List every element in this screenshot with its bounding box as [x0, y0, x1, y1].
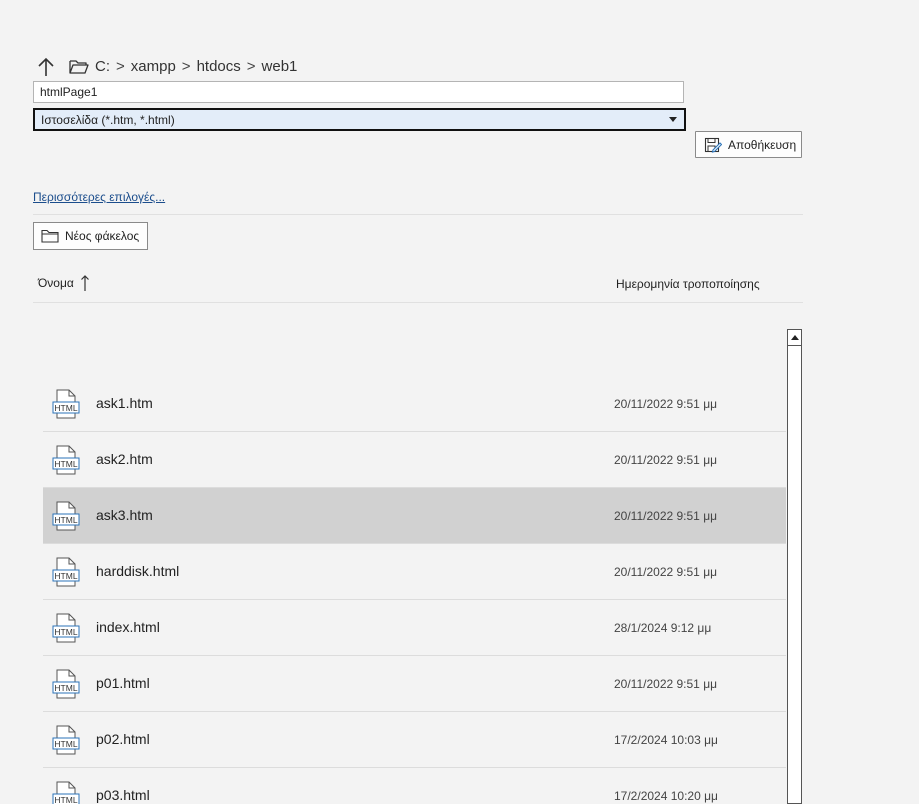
- html-file-icon: HTML: [52, 501, 80, 531]
- file-date: 20/11/2022 9:51 μμ: [614, 397, 718, 411]
- breadcrumb-separator: >: [246, 58, 256, 75]
- svg-text:HTML: HTML: [54, 459, 77, 469]
- svg-text:HTML: HTML: [54, 683, 77, 693]
- file-row[interactable]: HTML ask1.htm 20/11/2022 9:51 μμ: [43, 376, 786, 432]
- column-header-name-label: Όνομα: [38, 276, 74, 290]
- breadcrumb-item-drive[interactable]: C:: [95, 58, 110, 75]
- save-button-label: Αποθήκευση: [728, 137, 797, 152]
- svg-text:HTML: HTML: [54, 627, 77, 637]
- html-file-icon: HTML: [52, 557, 80, 587]
- more-options-link[interactable]: Περισσότερες επιλογές...: [33, 190, 165, 204]
- new-folder-label: Νέος φάκελος: [65, 229, 140, 243]
- svg-text:HTML: HTML: [54, 795, 77, 804]
- file-date: 20/11/2022 9:51 μμ: [614, 453, 718, 467]
- html-file-icon: HTML: [52, 725, 80, 755]
- breadcrumb: C: > xampp > htdocs > web1: [95, 58, 297, 75]
- svg-text:HTML: HTML: [54, 515, 77, 525]
- open-folder-icon: [69, 59, 89, 75]
- breadcrumb-separator: >: [181, 58, 191, 75]
- file-name: p03.html: [96, 787, 150, 803]
- svg-text:HTML: HTML: [54, 403, 77, 413]
- file-date: 20/11/2022 9:51 μμ: [614, 677, 718, 691]
- filename-input[interactable]: [33, 81, 684, 103]
- save-icon: [704, 137, 722, 153]
- divider: [33, 214, 803, 215]
- navigate-up-button[interactable]: [36, 56, 56, 78]
- file-name: index.html: [96, 619, 160, 635]
- file-row-selected[interactable]: HTML ask3.htm 20/11/2022 9:51 μμ: [43, 488, 786, 544]
- column-header-date[interactable]: Ημερομηνία τροποποίησης: [616, 277, 760, 291]
- file-row[interactable]: HTML p01.html 20/11/2022 9:51 μμ: [43, 656, 786, 712]
- scroll-up-button[interactable]: [788, 330, 801, 346]
- svg-text:HTML: HTML: [54, 739, 77, 749]
- file-name: ask2.htm: [96, 451, 153, 467]
- svg-text:HTML: HTML: [54, 571, 77, 581]
- file-date: 28/1/2024 9:12 μμ: [614, 621, 712, 635]
- filetype-selected-label: Ιστοσελίδα (*.htm, *.html): [41, 112, 175, 127]
- file-list: HTML ask1.htm 20/11/2022 9:51 μμ HTML as…: [43, 376, 786, 804]
- new-folder-button[interactable]: Νέος φάκελος: [33, 222, 148, 250]
- sort-ascending-icon: [80, 275, 89, 291]
- breadcrumb-item-web1[interactable]: web1: [262, 58, 298, 75]
- vertical-scrollbar[interactable]: [787, 329, 802, 804]
- file-name: harddisk.html: [96, 563, 180, 579]
- file-date: 17/2/2024 10:20 μμ: [614, 789, 718, 803]
- breadcrumb-item-xampp[interactable]: xampp: [131, 58, 176, 75]
- html-file-icon: HTML: [52, 781, 80, 804]
- file-row[interactable]: HTML index.html 28/1/2024 9:12 μμ: [43, 600, 786, 656]
- file-row[interactable]: HTML p03.html 17/2/2024 10:20 μμ: [43, 768, 786, 804]
- file-row[interactable]: HTML harddisk.html 20/11/2022 9:51 μμ: [43, 544, 786, 600]
- folder-icon: [41, 229, 59, 243]
- file-row[interactable]: HTML p02.html 17/2/2024 10:03 μμ: [43, 712, 786, 768]
- file-date: 17/2/2024 10:03 μμ: [614, 733, 718, 747]
- file-name: p02.html: [96, 731, 150, 747]
- breadcrumb-separator: >: [116, 58, 125, 75]
- column-header-name[interactable]: Όνομα: [38, 274, 90, 292]
- file-date: 20/11/2022 9:51 μμ: [614, 509, 718, 523]
- file-name: ask1.htm: [96, 395, 153, 411]
- scroll-up-arrow-icon: [790, 335, 799, 340]
- file-name: ask3.htm: [96, 507, 153, 523]
- file-name: p01.html: [96, 675, 150, 691]
- arrow-up-icon: [38, 57, 54, 76]
- file-row[interactable]: HTML ask2.htm 20/11/2022 9:51 μμ: [43, 432, 786, 488]
- breadcrumb-item-htdocs[interactable]: htdocs: [197, 58, 241, 75]
- dropdown-caret-icon: [669, 117, 677, 122]
- html-file-icon: HTML: [52, 445, 80, 475]
- file-date: 20/11/2022 9:51 μμ: [614, 565, 718, 579]
- html-file-icon: HTML: [52, 613, 80, 643]
- filetype-select[interactable]: Ιστοσελίδα (*.htm, *.html): [33, 108, 686, 131]
- divider: [33, 302, 803, 303]
- html-file-icon: HTML: [52, 389, 80, 419]
- html-file-icon: HTML: [52, 669, 80, 699]
- save-button[interactable]: Αποθήκευση: [695, 131, 802, 158]
